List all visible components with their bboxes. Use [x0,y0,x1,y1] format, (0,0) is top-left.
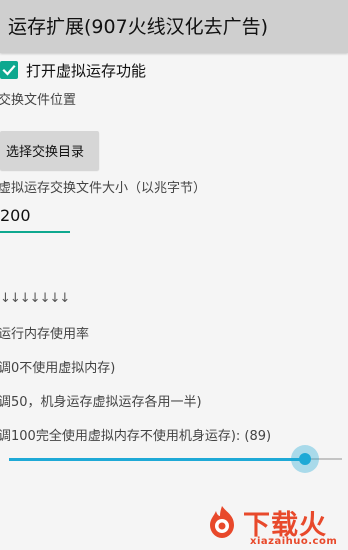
enable-swap-checkbox[interactable] [0,61,18,79]
action-bar: 运存扩展(907火线汉化去广告) [0,0,348,53]
swappiness-heading: 运行内存使用率 [0,327,90,342]
swappiness-slider[interactable] [0,440,348,478]
enable-swap-label: 打开虚拟运存功能 [26,62,147,80]
slider-track-filled [9,458,306,461]
checkmark-icon [2,64,16,76]
enable-swap-row[interactable]: 打开虚拟运存功能 [0,59,348,83]
swap-location-label: 交换文件位置 [0,93,77,108]
fire-logo-icon [210,506,234,538]
swappiness-desc-50: 调50，机身运存虚拟运存各用一半) [0,395,202,410]
page-title: 运存扩展(907火线汉化去广告) [8,16,269,38]
select-swap-directory-button[interactable]: 选择交换目录 [0,131,99,170]
arrows-text: ↓↓↓↓↓↓↓ [0,291,70,306]
watermark-url: xiazaihuo.com [250,536,338,547]
swap-size-label: 虚拟运存交换文件大小（以兆字节） [0,181,207,196]
swap-size-input[interactable] [0,199,70,233]
swappiness-desc-0: 调0不使用虚拟内存) [0,361,116,376]
app-screen: 运存扩展(907火线汉化去广告) 打开虚拟运存功能 交换文件位置 选择交换目录 … [0,0,348,550]
watermark: 下载火 xiazaihuo.com [205,503,348,550]
